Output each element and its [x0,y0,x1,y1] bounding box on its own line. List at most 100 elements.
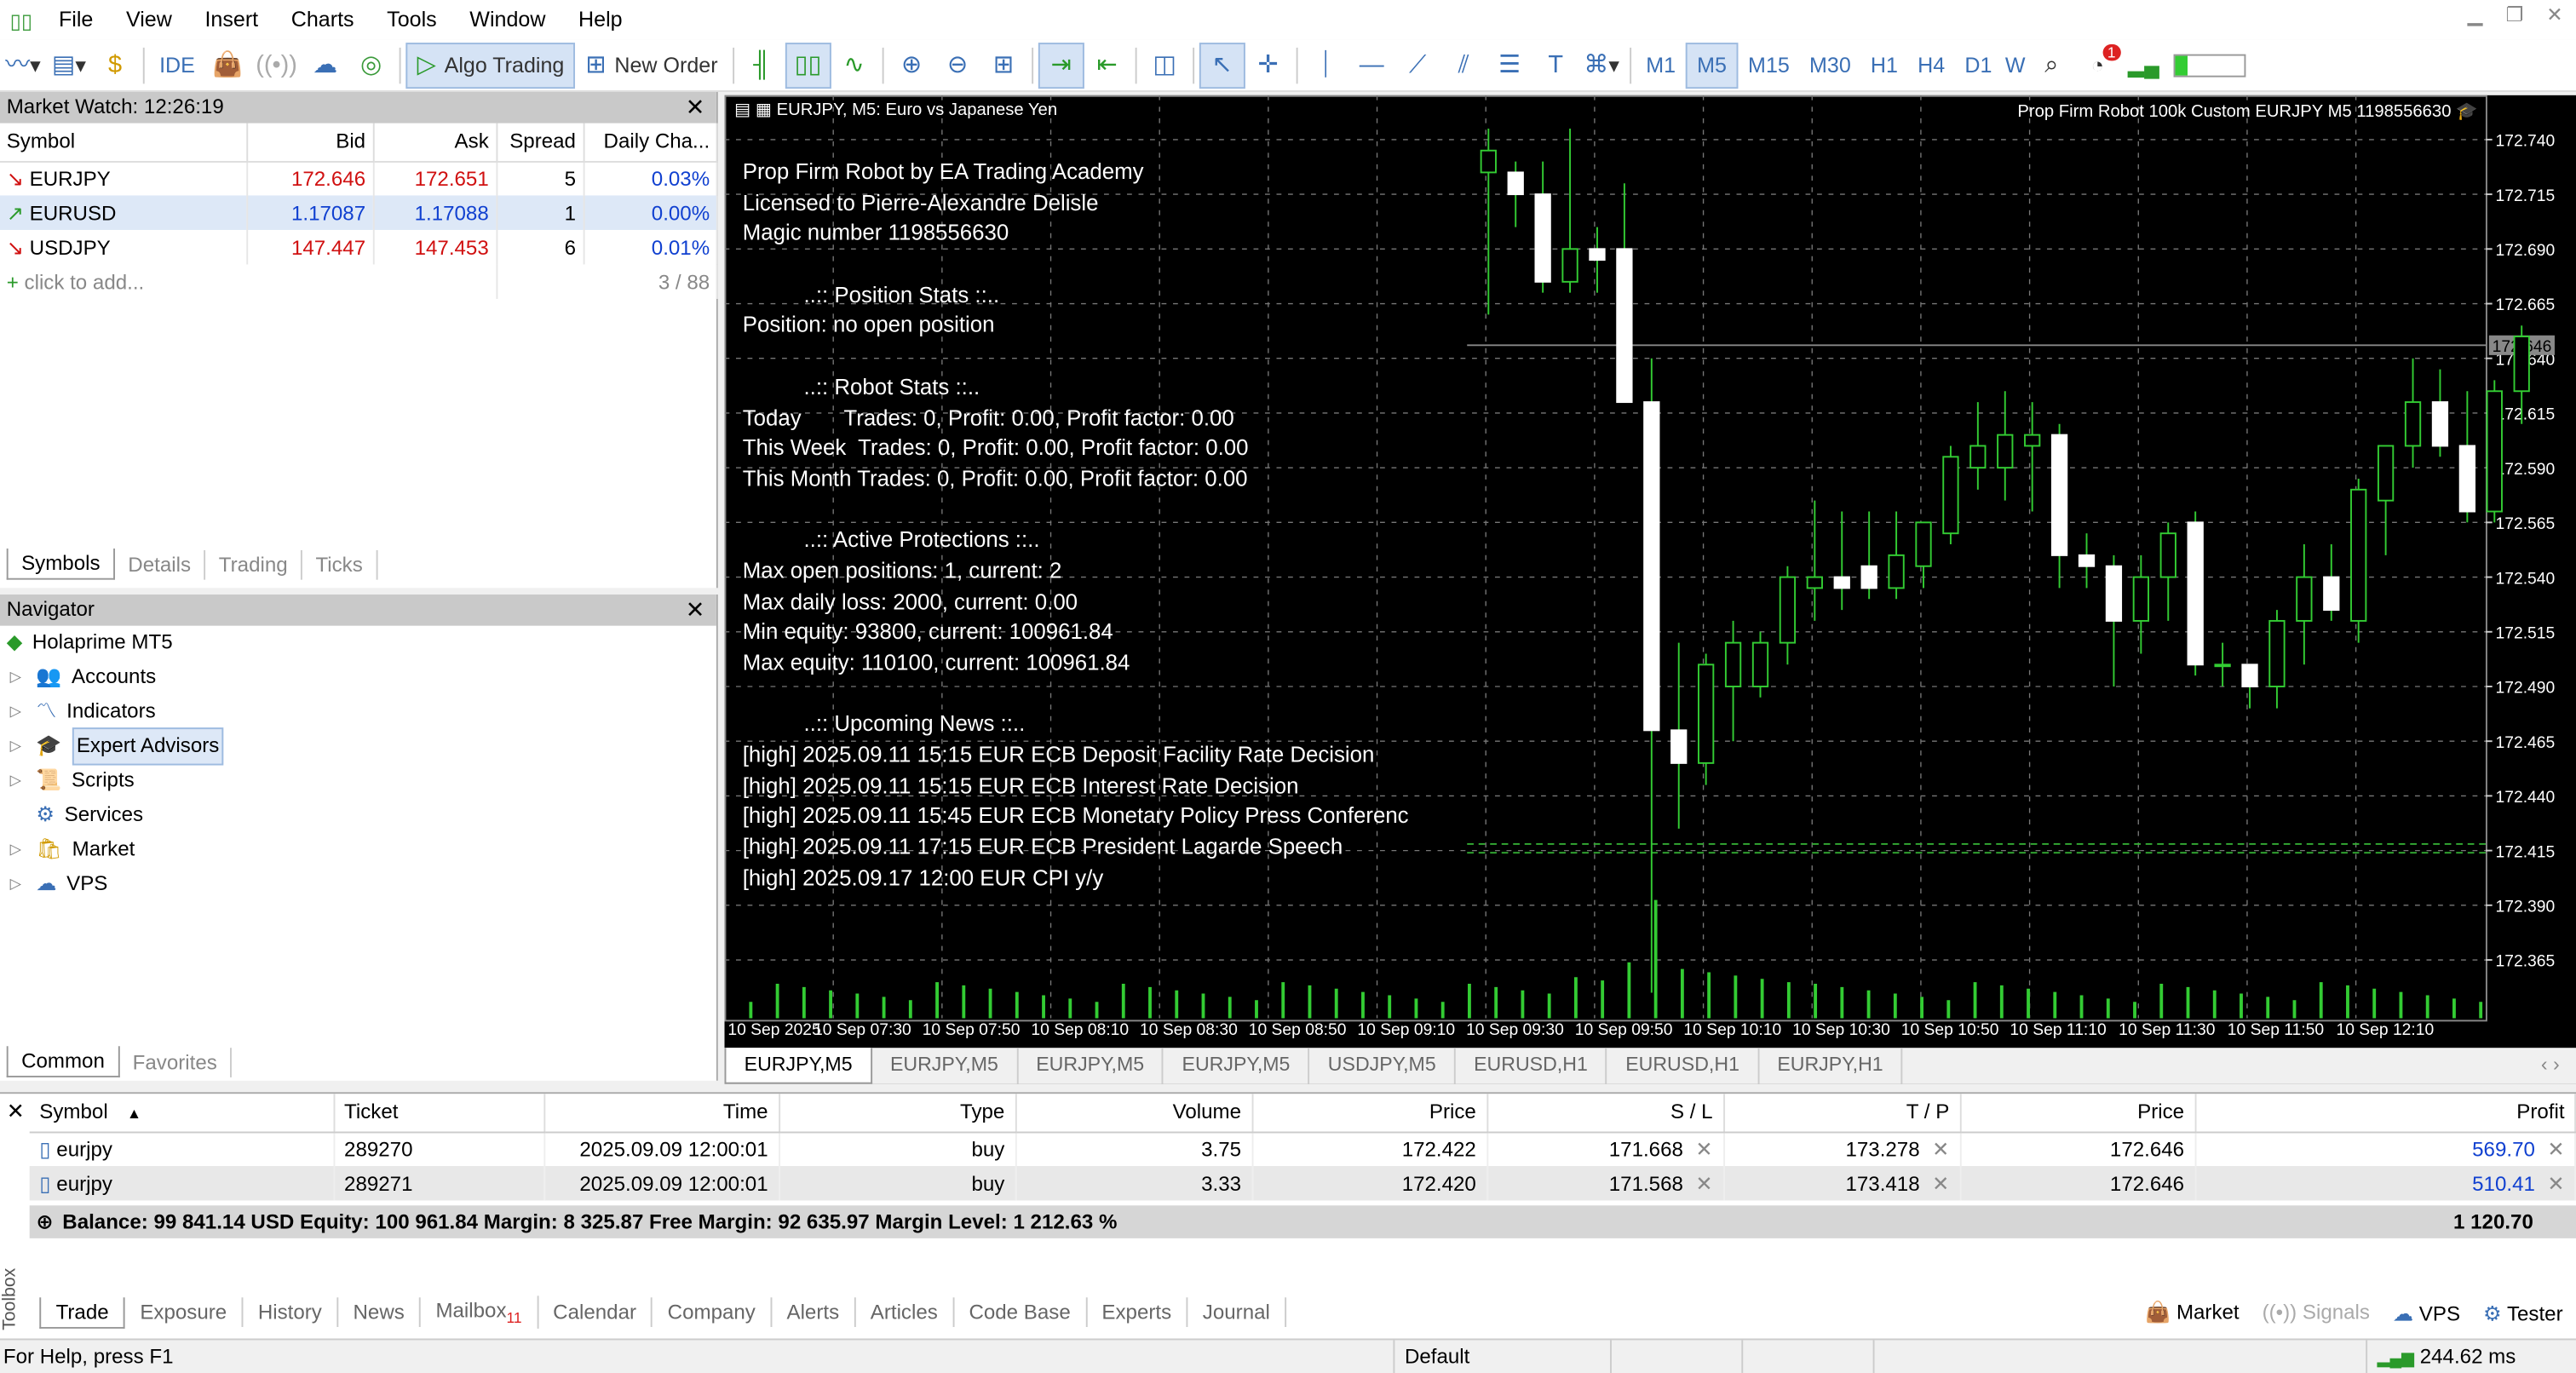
menu-tools[interactable]: Tools [371,0,453,39]
nav-item-scripts[interactable]: ▷ 📜 Scripts [0,764,716,798]
remove-sl-icon[interactable]: ✕ [1695,1139,1712,1162]
bar-chart-button[interactable]: ╢ [739,42,785,88]
chart-tab[interactable]: EURJPY,M5 [724,1048,872,1084]
menu-insert[interactable]: Insert [188,0,274,39]
tf-m30[interactable]: M30 [1799,42,1860,88]
chart-tab[interactable]: EURJPY,M5 [1018,1048,1164,1084]
close-icon[interactable]: ✕ [7,1099,25,1125]
tab-alerts[interactable]: Alerts [772,1297,856,1327]
tf-m5[interactable]: M5 [1685,42,1739,89]
nav-item-accounts[interactable]: ▷ 👥 Accounts [0,660,716,694]
tab-experts[interactable]: Experts [1087,1297,1188,1327]
col-volume[interactable]: Volume [1015,1094,1253,1133]
restore-icon[interactable]: ❐ [2505,3,2523,26]
chart-tab[interactable]: USDJPY,M5 [1310,1048,1456,1084]
table-row[interactable]: ↘ EURJPY 172.646 172.651 5 0.03% [0,160,718,196]
close-icon[interactable]: ✕ [686,595,705,626]
tab-history[interactable]: History [243,1297,339,1327]
col-ask[interactable]: Ask [372,123,497,162]
toolbox-vertical-label[interactable]: Toolbox [0,1256,26,1330]
line-chart-button[interactable]: ∿ [831,42,877,88]
remove-tp-icon[interactable]: ✕ [1932,1139,1949,1162]
tf-h1[interactable]: H1 [1860,42,1907,88]
tab-ticks[interactable]: Ticks [302,549,378,580]
chart-tab[interactable]: EURUSD,H1 [1456,1048,1607,1084]
trendline-button[interactable]: ⟋ [1394,42,1440,88]
autoscroll-button[interactable]: ⇥ [1038,42,1084,89]
deposit-button[interactable]: $ [92,42,138,88]
add-symbol-row[interactable]: + click to add... 3 / 88 [0,264,718,299]
ide-button[interactable]: IDE [150,42,205,88]
minimize-icon[interactable]: ▁ [2468,3,2483,26]
menu-file[interactable]: File [43,0,110,39]
table-row[interactable]: ▯ eurjpy 289270 2025.09.09 12:00:01 buy … [29,1131,2576,1167]
col-time[interactable]: Time [543,1094,780,1133]
tf-m15[interactable]: M15 [1738,42,1799,88]
tab-symbols[interactable]: Symbols [6,549,115,580]
menu-charts[interactable]: Charts [274,0,370,39]
tab-mailbox[interactable]: Mailbox11 [421,1295,538,1330]
close-icon[interactable]: ✕ [2546,3,2562,26]
tf-w1[interactable]: W [2002,42,2028,88]
tf-m1[interactable]: M1 [1636,42,1686,88]
algo-trading-button[interactable]: ▷ Algo Trading [405,42,576,89]
table-row[interactable]: ↗ EURUSD 1.17087 1.17088 1 0.00% [0,195,718,230]
notifications-button[interactable]: ◔ 1 [2074,42,2121,88]
nav-item-services[interactable]: ⚙ Services [0,798,716,832]
signals-button[interactable]: ((•)) [250,42,302,88]
new-order-button[interactable]: ⊞ New Order [576,42,727,88]
tab-vps[interactable]: ☁ VPS [2393,1300,2460,1324]
chart-window[interactable]: 172.740172.715172.690172.665172.640172.6… [724,95,2576,1084]
tab-code-base[interactable]: Code Base [954,1297,1088,1327]
vps-button[interactable]: ☁ [302,42,348,88]
tab-market[interactable]: 👜 Market [2145,1300,2239,1324]
shapes-button[interactable]: ⌘ ▾ [1578,42,1624,88]
col-tp[interactable]: T / P [1723,1094,1961,1133]
nav-root[interactable]: ◆ Holaprime MT5 [0,626,716,660]
table-row[interactable]: ↘ USDJPY 147.447 147.453 6 0.01% [0,229,718,265]
col-symbol[interactable]: Symbol ▲ [29,1094,335,1133]
table-row[interactable]: ▯ eurjpy 289271 2025.09.09 12:00:01 buy … [29,1166,2576,1201]
col-daily-change[interactable]: Daily Cha... [583,123,718,162]
remove-tp-icon[interactable]: ✕ [1932,1173,1949,1196]
chart-tab[interactable]: EURUSD,H1 [1607,1048,1760,1084]
tab-journal[interactable]: Journal [1187,1297,1287,1327]
col-symbol[interactable]: Symbol [0,123,248,162]
tab-calendar[interactable]: Calendar [538,1297,653,1327]
fibo-button[interactable]: ☰ [1486,42,1532,88]
screenshot-button[interactable]: ◫ [1141,42,1187,88]
market-bag-button[interactable]: 👜 [204,42,250,88]
close-icon[interactable]: ✕ [686,92,705,124]
chart-shift-button[interactable]: ⇤ [1084,42,1130,88]
cursor-button[interactable]: ↖ [1199,42,1245,89]
remove-sl-icon[interactable]: ✕ [1695,1173,1712,1196]
tab-common[interactable]: Common [6,1046,120,1077]
col-type[interactable]: Type [779,1094,1016,1133]
zoom-out-button[interactable]: ⊖ [934,42,980,88]
tab-details[interactable]: Details [115,549,206,580]
tab-signals[interactable]: ((•)) Signals [2263,1300,2370,1324]
vline-button[interactable]: ⏐ [1302,42,1348,88]
tab-favorites[interactable]: Favorites [119,1048,233,1077]
col-sl[interactable]: S / L [1486,1094,1725,1133]
tab-tester[interactable]: ⚙ Tester [2483,1300,2563,1324]
chart-tab[interactable]: EURJPY,M5 [872,1048,1019,1084]
search-button[interactable]: ⌕ [2028,42,2074,88]
menu-help[interactable]: Help [562,0,639,39]
tab-articles[interactable]: Articles [855,1297,955,1327]
chart-tab[interactable]: EURJPY,H1 [1759,1048,1903,1084]
nav-item-indicators[interactable]: ▷ 〽 Indicators [0,695,716,729]
crosshair-button[interactable]: ✛ [1245,42,1291,88]
tf-d1[interactable]: D1 [1955,42,2002,88]
menu-window[interactable]: Window [453,0,562,39]
community-button[interactable]: ◎ [348,42,394,88]
chart-type-button[interactable]: 〰 ▾ [0,42,46,88]
tile-button[interactable]: ⊞ [980,42,1026,88]
signal-strength-button[interactable]: ▂▄ [2120,42,2166,88]
nav-item-market[interactable]: ▷ 🛍 Market [0,833,716,867]
hline-button[interactable]: — [1348,42,1394,88]
close-position-icon[interactable]: ✕ [2547,1139,2564,1162]
nav-item-expert-advisors[interactable]: ▷ 🎓 Expert Advisors [0,727,716,766]
zoom-in-button[interactable]: ⊕ [888,42,934,88]
status-profile[interactable]: Default [1393,1340,1469,1373]
